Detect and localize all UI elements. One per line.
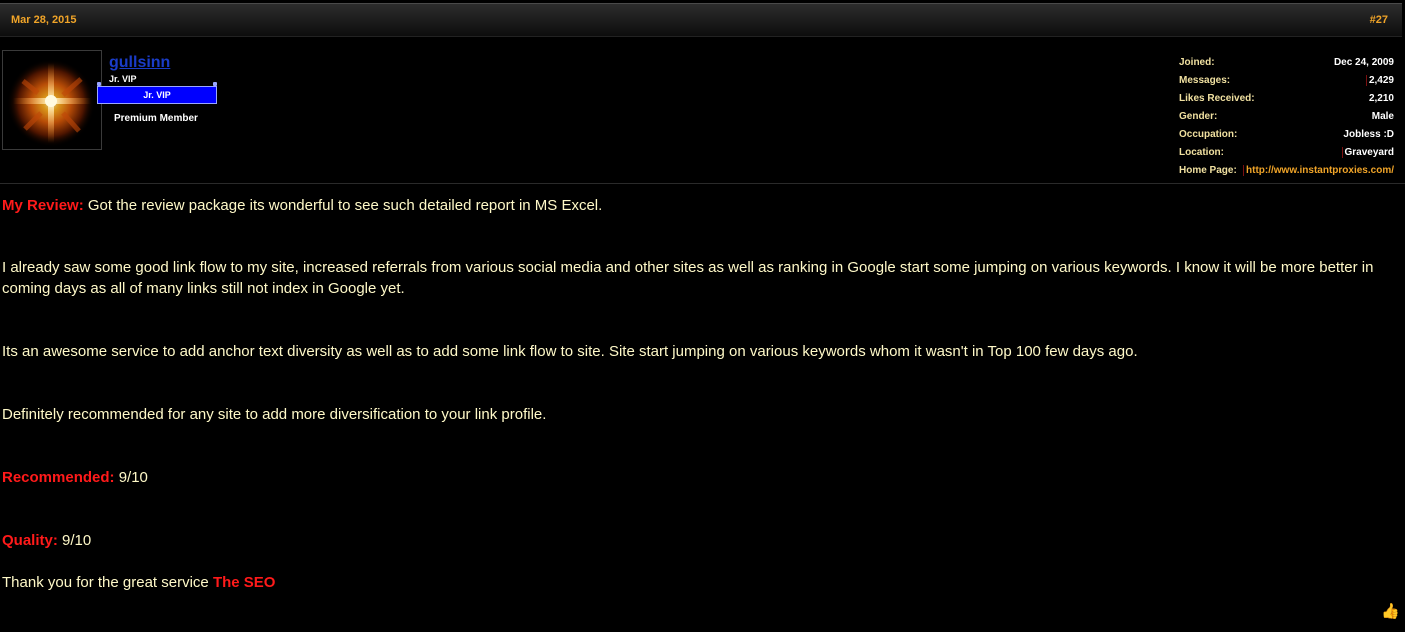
message-paragraph: Its an awesome service to add anchor tex… xyxy=(2,343,1138,360)
rank-badge: Jr. VIP xyxy=(97,82,217,104)
quality-paragraph: Quality: 9/10 xyxy=(2,530,91,551)
thumbs-up-icon[interactable]: 👍 xyxy=(1381,604,1400,620)
stat-label: Occupation: xyxy=(1179,129,1238,140)
stat-value: Graveyard xyxy=(1341,147,1394,158)
stat-row-gender: Gender: Male xyxy=(1179,111,1394,129)
stat-label: Joined: xyxy=(1179,57,1215,68)
thanks-paragraph: Thank you for the great service The SEO xyxy=(2,572,275,593)
stat-row-location: Location: Graveyard xyxy=(1179,147,1394,165)
quality-value: 9/10 xyxy=(57,532,92,549)
stat-label: Likes Received: xyxy=(1179,93,1255,104)
user-stats: Joined: Dec 24, 2009 Messages: 2,429 Lik… xyxy=(1179,57,1394,183)
stat-value: Dec 24, 2009 xyxy=(1333,57,1394,68)
username-link[interactable]: gullsinn xyxy=(109,54,170,72)
member-type: Premium Member xyxy=(114,113,198,124)
homepage-link[interactable]: http://www.instantproxies.com/ xyxy=(1243,165,1394,176)
stat-value: Jobless :D xyxy=(1343,129,1394,140)
glowing-cross-icon xyxy=(3,51,101,149)
recommended-label: Recommended: xyxy=(2,469,115,486)
message-paragraph: I already saw some good link flow to my … xyxy=(2,259,1374,297)
forum-post: Mar 28, 2015 #27 gullsinn Jr. VIP Jr. VI… xyxy=(0,0,1405,632)
avatar[interactable] xyxy=(2,50,102,150)
user-title: Jr. VIP xyxy=(109,74,137,84)
post-permalink[interactable]: #27 xyxy=(1370,14,1388,26)
thanks-text: Thank you for the great service xyxy=(2,574,213,591)
recommended-value: 9/10 xyxy=(114,469,148,486)
stat-value: Male xyxy=(1371,111,1394,122)
stat-row-occupation: Occupation: Jobless :D xyxy=(1179,129,1394,147)
stat-row-joined: Joined: Dec 24, 2009 xyxy=(1179,57,1394,75)
thanks-target: The SEO xyxy=(212,574,276,591)
stat-label: Gender: xyxy=(1179,111,1218,122)
stat-row-likes: Likes Received: 2,210 xyxy=(1179,93,1394,111)
stat-row-messages: Messages: 2,429 xyxy=(1179,75,1394,93)
stat-value[interactable]: 2,429 xyxy=(1365,75,1394,86)
quality-label: Quality: xyxy=(2,532,58,549)
post-date: Mar 28, 2015 xyxy=(11,14,77,26)
stat-row-homepage: Home Page: http://www.instantproxies.com… xyxy=(1179,165,1394,183)
stat-label: Home Page: xyxy=(1179,165,1237,176)
stat-label: Messages: xyxy=(1179,75,1231,86)
post-header: Mar 28, 2015 #27 xyxy=(0,3,1402,37)
recommended-paragraph: Recommended: 9/10 xyxy=(2,467,148,488)
stat-label: Location: xyxy=(1179,147,1224,158)
review-paragraph: My Review: Got the review package its wo… xyxy=(2,195,602,216)
stat-value: 2,210 xyxy=(1368,93,1394,104)
user-info-panel: gullsinn Jr. VIP Jr. VIP Premium Member … xyxy=(0,38,1405,184)
review-text: Got the review package its wonderful to … xyxy=(83,197,603,214)
message-paragraph: Definitely recommended for any site to a… xyxy=(2,406,547,423)
review-label: My Review: xyxy=(2,197,84,214)
